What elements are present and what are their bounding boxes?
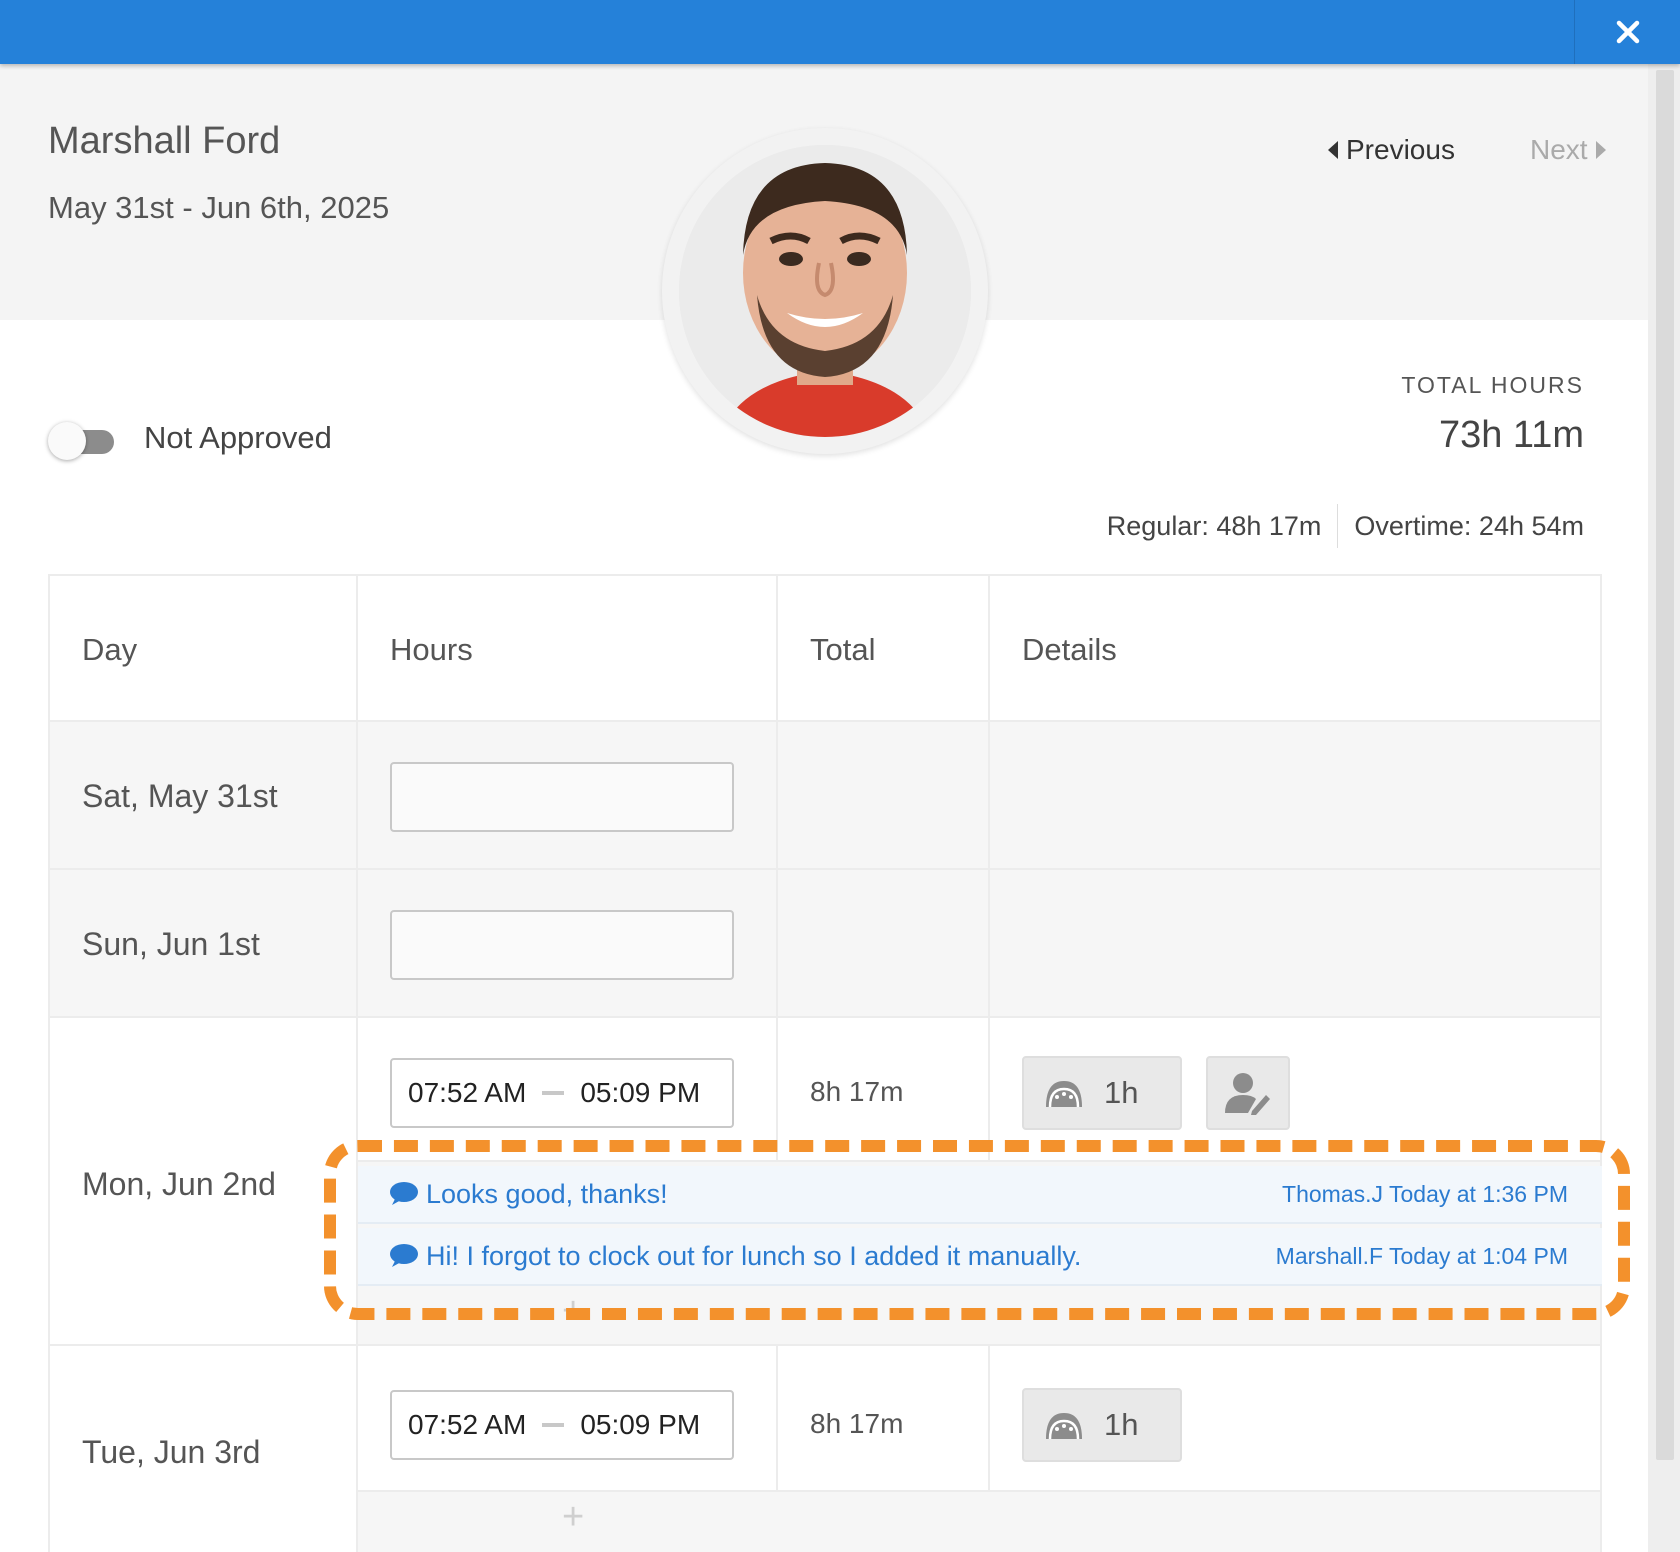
day-label: Mon, Jun 2nd	[82, 1166, 276, 1202]
next-label: Next	[1530, 134, 1588, 165]
employee-photo	[679, 145, 971, 437]
avatar-frame	[662, 128, 988, 454]
date-range: May 31st - Jun 6th, 2025	[48, 190, 390, 225]
hours-breakdown: Regular: 48h 17m Overtime: 24h 54m	[1107, 504, 1584, 548]
header-cell-details: Details	[988, 574, 1602, 722]
start-time: 07:52 AM	[408, 1409, 527, 1440]
total-cell	[776, 720, 990, 870]
end-time: 05:09 PM	[580, 1077, 701, 1108]
day-label: Sun, Jun 1st	[82, 926, 260, 962]
hours-input-empty[interactable]	[390, 762, 734, 832]
note-text: Looks good, thanks!	[426, 1178, 668, 1209]
employee-name: Marshall Ford	[48, 120, 281, 162]
details-cell	[988, 720, 1602, 870]
manual-edit-button[interactable]	[1206, 1056, 1290, 1130]
taco-icon	[1046, 1413, 1082, 1440]
header-total: Total	[810, 632, 876, 667]
hours-input-empty[interactable]	[390, 910, 734, 980]
regular-hours: Regular: 48h 17m	[1106, 510, 1322, 541]
header-day: Day	[82, 632, 138, 667]
previous-label: Previous	[1346, 134, 1455, 165]
header-cell-hours: Hours	[356, 574, 778, 722]
add-entry-button[interactable]: +	[562, 1496, 584, 1539]
scrollbar-thumb[interactable]	[1656, 70, 1674, 1460]
note-meta: Marshall.F Today at 1:04 PM	[1275, 1242, 1568, 1269]
note-item[interactable]: Hi! I forgot to clock out for lunch so I…	[358, 1228, 1602, 1286]
comment-icon	[390, 1244, 418, 1267]
table-row	[48, 868, 1602, 1018]
total-hours-label: TOTAL HOURS	[1401, 372, 1584, 398]
break-button[interactable]: 1h	[1022, 1056, 1182, 1130]
user-edit-icon	[1225, 1073, 1270, 1115]
table-row	[48, 720, 1602, 870]
close-icon	[1616, 20, 1639, 44]
caret-right-icon	[1595, 141, 1606, 159]
close-button[interactable]	[1574, 0, 1680, 64]
details-cell	[988, 868, 1602, 1018]
comment-icon	[390, 1182, 418, 1205]
note-item[interactable]: Looks good, thanks! Thomas.J Today at 1:…	[358, 1166, 1602, 1224]
range-dash	[542, 1423, 565, 1427]
day-total: 8h 17m	[810, 1408, 904, 1439]
header-hours: Hours	[390, 632, 473, 667]
approval-status-label: Not Approved	[144, 420, 332, 455]
table-header-row: Day Hours Total Details	[48, 574, 1602, 722]
note-text: Hi! I forgot to clock out for lunch so I…	[426, 1240, 1082, 1271]
day-label: Sat, May 31st	[82, 778, 278, 814]
start-time: 07:52 AM	[408, 1077, 527, 1108]
breakdown-divider	[1337, 504, 1339, 548]
break-duration: 1h	[1104, 1407, 1139, 1442]
approval-toggle[interactable]	[48, 420, 116, 460]
end-time: 05:09 PM	[580, 1409, 701, 1440]
caret-left-icon	[1328, 141, 1338, 159]
header-details: Details	[1022, 632, 1117, 667]
note-meta: Thomas.J Today at 1:36 PM	[1282, 1180, 1568, 1207]
break-button[interactable]: 1h	[1022, 1388, 1182, 1462]
total-hours-value: 73h 11m	[1438, 414, 1584, 456]
toggle-knob	[48, 422, 86, 460]
top-bar	[0, 0, 1680, 64]
add-entry-button[interactable]: +	[562, 1290, 584, 1333]
time-range-input[interactable]: 07:52 AM 05:09 PM	[390, 1058, 734, 1128]
table-row	[48, 1344, 1602, 1552]
overtime-hours: Overtime: 24h 54m	[1354, 510, 1584, 541]
notes-cell	[356, 1490, 1602, 1552]
previous-button[interactable]: Previous	[1328, 134, 1455, 166]
range-dash	[542, 1091, 565, 1095]
next-button[interactable]: Next	[1530, 134, 1606, 166]
day-label: Tue, Jun 3rd	[82, 1434, 261, 1470]
break-duration: 1h	[1104, 1075, 1139, 1110]
avatar	[679, 145, 971, 437]
taco-icon	[1046, 1081, 1082, 1108]
header-cell-total: Total	[776, 574, 990, 722]
total-cell	[776, 868, 990, 1018]
time-range-input[interactable]: 07:52 AM 05:09 PM	[390, 1390, 734, 1460]
day-total: 8h 17m	[810, 1076, 904, 1107]
header-cell-day: Day	[48, 574, 358, 722]
